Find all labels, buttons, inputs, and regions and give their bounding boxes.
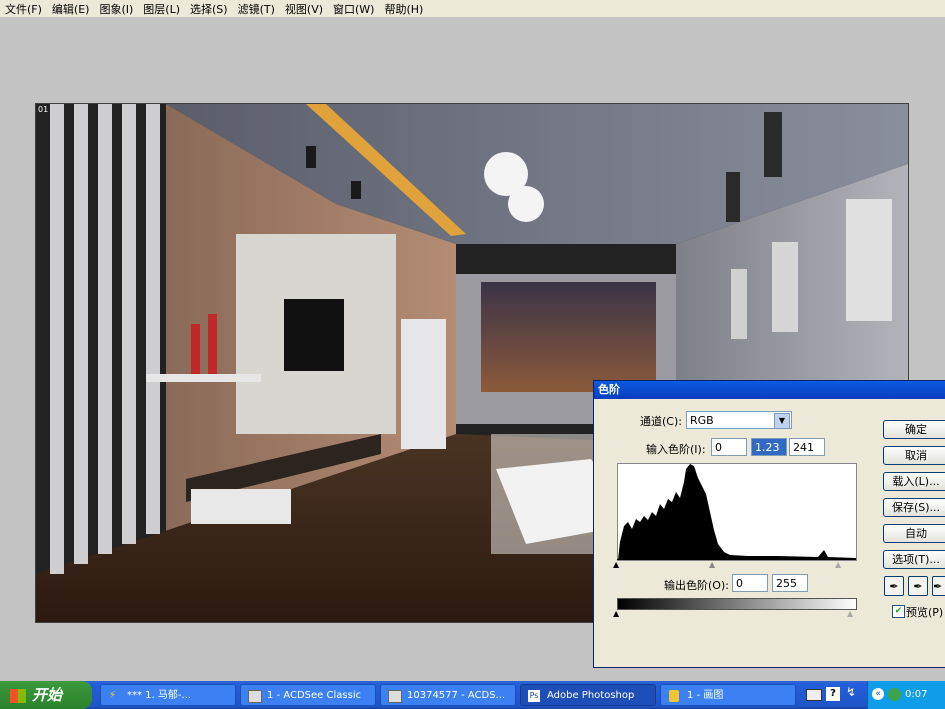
- dialog-title: 色阶: [594, 381, 945, 399]
- task-item-chat[interactable]: ⚡ *** 1. 马郁-...: [100, 684, 236, 706]
- paint-icon: [669, 690, 679, 702]
- task-label: *** 1. 马郁-...: [127, 690, 192, 701]
- task-item-acdsee-2[interactable]: 10374577 - ACDS...: [380, 684, 516, 706]
- menu-filter[interactable]: 滤镜(T): [233, 1, 280, 17]
- channel-value: RGB: [690, 414, 714, 427]
- white-point-handle[interactable]: ▲: [835, 560, 841, 569]
- menu-window[interactable]: 窗口(W): [328, 1, 379, 17]
- output-black-field[interactable]: 0: [732, 574, 768, 592]
- input-gamma-field[interactable]: 1.23: [751, 438, 787, 456]
- task-label: Adobe Photoshop: [547, 690, 635, 701]
- menu-file[interactable]: 文件(F): [0, 1, 47, 17]
- acdsee-icon: [248, 690, 262, 703]
- clock: 0:07: [905, 689, 928, 700]
- menu-help[interactable]: 帮助(H): [379, 1, 428, 17]
- network-icon[interactable]: [888, 688, 901, 701]
- ok-button[interactable]: 确定: [883, 420, 945, 439]
- histogram: [617, 463, 857, 561]
- chevron-down-icon: ▼: [774, 413, 790, 429]
- task-item-photoshop[interactable]: Ps Adobe Photoshop: [520, 684, 656, 706]
- taskbar: 开始 ⚡ *** 1. 马郁-... 1 - ACDSee Classic 103…: [0, 681, 945, 709]
- channel-label: 通道(C):: [640, 415, 682, 428]
- output-levels-label: 输出色阶(O):: [664, 579, 729, 592]
- cancel-button[interactable]: 取消: [883, 446, 945, 465]
- options-button[interactable]: 选项(T)...: [883, 550, 945, 569]
- input-black-field[interactable]: 0: [711, 438, 747, 456]
- task-item-acdsee[interactable]: 1 - ACDSee Classic: [240, 684, 376, 706]
- output-slider-track[interactable]: ▲ ▲: [613, 609, 855, 618]
- lightning-icon: ⚡: [109, 690, 117, 701]
- eyedropper-icon: ✒: [933, 580, 943, 593]
- windows-logo-icon: [10, 688, 26, 703]
- menu-edit[interactable]: 编辑(E): [47, 1, 95, 17]
- tray-arrow-icon[interactable]: «: [872, 688, 884, 700]
- menu-view[interactable]: 视图(V): [280, 1, 328, 17]
- menu-select[interactable]: 选择(S): [185, 1, 233, 17]
- preview-label: 预览(P): [906, 606, 944, 619]
- menu-bar: 文件(F) 编辑(E) 图象(I) 图层(L) 选择(S) 滤镜(T) 视图(V…: [0, 0, 945, 17]
- save-button[interactable]: 保存(S)...: [883, 498, 945, 517]
- eyedropper-icon: ✒: [913, 580, 923, 593]
- output-black-handle[interactable]: ▲: [613, 609, 619, 618]
- task-label: 10374577 - ACDS...: [407, 690, 506, 701]
- task-item-paint[interactable]: 1 - 画图: [660, 684, 796, 706]
- start-label: 开始: [32, 686, 63, 704]
- auto-button[interactable]: 自动: [883, 524, 945, 543]
- input-white-field[interactable]: 241: [789, 438, 825, 456]
- eyedropper-icon: ✒: [889, 580, 899, 593]
- eyedropper-white-button[interactable]: ✒: [932, 576, 945, 596]
- histogram-graph: [618, 464, 856, 560]
- help-icon[interactable]: ?: [826, 687, 840, 701]
- eyedropper-gray-button[interactable]: ✒: [908, 576, 928, 596]
- document-label: 01: [38, 105, 49, 114]
- task-label: 1 - 画图: [687, 690, 724, 701]
- input-method-icon[interactable]: ↯: [846, 685, 856, 699]
- channel-select[interactable]: RGB ▼: [686, 411, 792, 429]
- preview-checkbox[interactable]: ✔: [892, 605, 905, 618]
- output-white-handle[interactable]: ▲: [847, 609, 853, 618]
- keyboard-icon[interactable]: [806, 689, 822, 701]
- black-point-handle[interactable]: ▲: [613, 560, 619, 569]
- gamma-handle[interactable]: ▲: [709, 560, 715, 569]
- levels-dialog: 色阶 通道(C): RGB ▼ 输入色阶(I): 0 1.23 241 ▲ ▲ …: [593, 380, 945, 668]
- eyedropper-black-button[interactable]: ✒: [884, 576, 904, 596]
- photoshop-icon: Ps: [528, 690, 540, 702]
- input-slider-track[interactable]: ▲ ▲ ▲: [613, 559, 855, 569]
- input-levels-label: 输入色阶(I):: [646, 443, 706, 456]
- task-label: 1 - ACDSee Classic: [267, 690, 362, 701]
- menu-image[interactable]: 图象(I): [94, 1, 138, 17]
- start-button[interactable]: 开始: [0, 681, 92, 709]
- output-white-field[interactable]: 255: [772, 574, 808, 592]
- load-button[interactable]: 载入(L)...: [883, 472, 945, 491]
- acdsee-icon: [388, 690, 402, 703]
- menu-layer[interactable]: 图层(L): [138, 1, 185, 17]
